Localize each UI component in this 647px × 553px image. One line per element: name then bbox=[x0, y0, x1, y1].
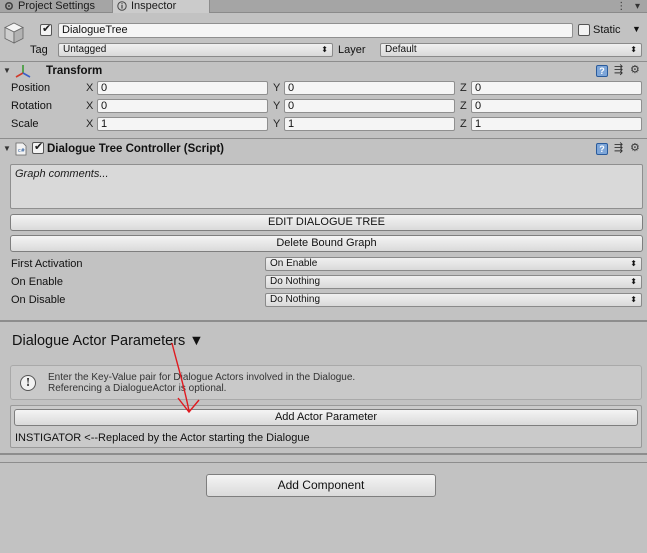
rotation-y-field[interactable]: 0 bbox=[284, 99, 455, 113]
graph-comments-placeholder: Graph comments... bbox=[15, 168, 109, 180]
chevron-updown-icon: ⬍ bbox=[630, 45, 637, 54]
help-icon[interactable]: ? bbox=[596, 143, 608, 155]
first-activation-dropdown[interactable]: On Enable ⬍ bbox=[265, 257, 642, 271]
divider bbox=[0, 453, 647, 455]
help-icon[interactable]: ? bbox=[596, 65, 608, 77]
axis-y-label[interactable]: Y bbox=[273, 82, 280, 94]
position-x-field[interactable]: 0 bbox=[97, 81, 268, 95]
axis-y-label[interactable]: Y bbox=[273, 100, 280, 112]
first-activation-label: First Activation bbox=[11, 258, 83, 270]
chevron-updown-icon: ⬍ bbox=[630, 259, 637, 268]
preset-icon[interactable]: ⇶ bbox=[614, 63, 623, 76]
layer-label: Layer bbox=[338, 44, 366, 56]
axis-z-label[interactable]: Z bbox=[460, 100, 467, 112]
gear-icon[interactable]: ⚙ bbox=[630, 63, 640, 76]
transform-title: Transform bbox=[46, 65, 103, 77]
tab-label: Inspector bbox=[131, 0, 177, 12]
scale-x-field[interactable]: 1 bbox=[97, 117, 268, 131]
on-disable-dropdown[interactable]: Do Nothing ⬍ bbox=[265, 293, 642, 307]
on-enable-value: Do Nothing bbox=[270, 276, 321, 287]
tag-value: Untagged bbox=[63, 44, 107, 55]
tab-project-settings[interactable]: Project Settings bbox=[0, 0, 113, 13]
axis-x-label[interactable]: X bbox=[86, 118, 93, 130]
tag-label: Tag bbox=[30, 44, 48, 56]
axis-x-label[interactable]: X bbox=[86, 82, 93, 94]
gameobject-cube-icon bbox=[4, 22, 24, 44]
component-enabled-toggle[interactable] bbox=[32, 140, 44, 154]
scale-label: Scale bbox=[11, 118, 39, 130]
gear-icon[interactable]: ⚙ bbox=[630, 141, 640, 154]
tab-inspector[interactable]: Inspector bbox=[113, 0, 210, 13]
edit-dialogue-tree-button[interactable]: EDIT DIALOGUE TREE bbox=[10, 214, 643, 231]
tag-dropdown[interactable]: Untagged ⬍ bbox=[58, 43, 333, 57]
object-name-field[interactable]: DialogueTree bbox=[58, 23, 573, 38]
axis-x-label[interactable]: X bbox=[86, 100, 93, 112]
preset-icon[interactable]: ⇶ bbox=[614, 141, 623, 154]
info-icon bbox=[117, 1, 127, 11]
chevron-updown-icon: ⬍ bbox=[630, 277, 637, 286]
controller-header[interactable]: ▼ c# Dialogue Tree Controller (Script) ?… bbox=[0, 140, 647, 159]
position-z-field[interactable]: 0 bbox=[471, 81, 642, 95]
add-component-button[interactable]: Add Component bbox=[206, 474, 436, 497]
tab-label: Project Settings bbox=[18, 0, 96, 12]
annotation-arrow-icon bbox=[171, 342, 200, 414]
script-file-icon: c# bbox=[15, 142, 27, 156]
gear-icon bbox=[4, 1, 14, 11]
position-label: Position bbox=[11, 82, 51, 94]
foldout-arrow-icon[interactable]: ▼ bbox=[3, 66, 11, 75]
transform-header[interactable]: ▼ Transform ? ⇶ ⚙ bbox=[0, 63, 647, 81]
divider bbox=[0, 462, 647, 463]
svg-text:c#: c# bbox=[18, 148, 25, 154]
foldout-arrow-icon[interactable]: ▼ bbox=[3, 144, 11, 153]
transform-icon bbox=[15, 65, 31, 78]
info-icon: ! bbox=[20, 375, 36, 391]
scale-z-field[interactable]: 1 bbox=[471, 117, 642, 131]
on-disable-value: Do Nothing bbox=[270, 294, 321, 305]
instigator-entry: INSTIGATOR <--Replaced by the Actor star… bbox=[15, 432, 310, 444]
on-disable-label: On Disable bbox=[11, 294, 66, 306]
static-dropdown-icon[interactable]: ▼ bbox=[632, 24, 641, 34]
divider bbox=[0, 320, 647, 322]
delete-bound-graph-button[interactable]: Delete Bound Graph bbox=[10, 235, 643, 252]
layer-value: Default bbox=[385, 44, 417, 55]
axis-y-label[interactable]: Y bbox=[273, 118, 280, 130]
divider bbox=[0, 61, 647, 62]
active-toggle[interactable] bbox=[40, 22, 52, 36]
graph-comments-textarea[interactable]: Graph comments... bbox=[10, 164, 643, 209]
axis-z-label[interactable]: Z bbox=[460, 118, 467, 130]
on-enable-dropdown[interactable]: Do Nothing ⬍ bbox=[265, 275, 642, 289]
layer-dropdown[interactable]: Default ⬍ bbox=[380, 43, 642, 57]
rotation-label: Rotation bbox=[11, 100, 52, 112]
divider bbox=[0, 138, 647, 139]
scale-y-field[interactable]: 1 bbox=[284, 117, 455, 131]
rotation-x-field[interactable]: 0 bbox=[97, 99, 268, 113]
static-checkbox[interactable] bbox=[578, 24, 590, 36]
chevron-updown-icon: ⬍ bbox=[321, 45, 328, 54]
window-menu-icon[interactable]: ⋮ ▾ bbox=[616, 1, 643, 12]
controller-title: Dialogue Tree Controller (Script) bbox=[47, 143, 224, 155]
position-y-field[interactable]: 0 bbox=[284, 81, 455, 95]
chevron-updown-icon: ⬍ bbox=[630, 295, 637, 304]
rotation-z-field[interactable]: 0 bbox=[471, 99, 642, 113]
static-label: Static bbox=[593, 24, 621, 36]
on-enable-label: On Enable bbox=[11, 276, 63, 288]
actor-help-box: ! Enter the Key-Value pair for Dialogue … bbox=[10, 365, 642, 400]
axis-z-label[interactable]: Z bbox=[460, 82, 467, 94]
first-activation-value: On Enable bbox=[270, 258, 318, 269]
add-actor-parameter-button[interactable]: Add Actor Parameter bbox=[14, 409, 638, 426]
